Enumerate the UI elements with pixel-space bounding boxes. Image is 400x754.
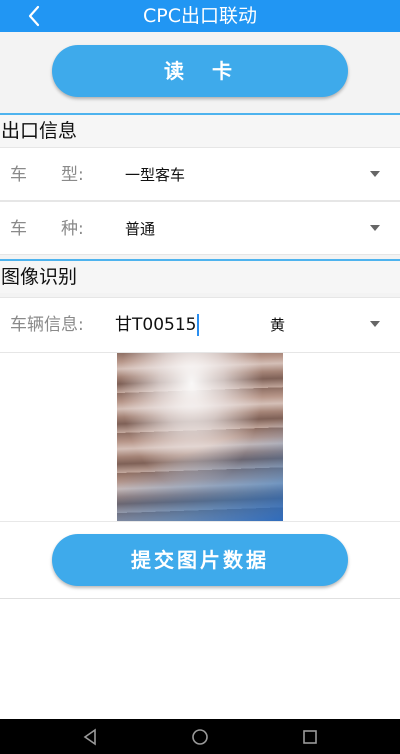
triangle-back-icon[interactable] [80,726,102,748]
plate-color-select[interactable]: 黄 [270,298,285,352]
dropdown-arrow-icon[interactable] [370,225,380,231]
vehicle-info-row: 车辆信息: 甘T00515 黄 [0,297,400,353]
square-recent-icon[interactable] [299,726,321,748]
read-card-button[interactable]: 读 卡 [52,45,348,97]
vehicle-type-value: 一型客车 [125,166,186,184]
system-nav-bar [0,719,400,754]
blank-area [0,599,400,719]
plate-number-text: 甘T00515 [115,315,197,335]
page-title: CPC出口联动 [143,5,257,27]
photo-area [0,353,400,521]
vehicle-kind-label: 车 种: [10,219,84,239]
app-bar: CPC出口联动 [0,0,400,32]
vehicle-kind-value: 普通 [125,220,156,238]
section-title-exit-info: 出口信息 [0,115,400,147]
vehicle-type-label: 车 型: [10,165,84,185]
circle-home-icon[interactable] [189,726,211,748]
captured-vehicle-photo[interactable] [117,353,283,521]
section-title-image-recognition: 图像识别 [0,261,400,293]
vehicle-info-label: 车辆信息: [10,315,84,335]
text-cursor [197,314,200,336]
vehicle-kind-select[interactable]: 车 种: 普通 [0,201,400,255]
dropdown-arrow-icon[interactable] [370,321,380,327]
vehicle-type-select[interactable]: 车 型: 一型客车 [0,147,400,201]
dropdown-arrow-icon[interactable] [370,171,380,177]
submit-image-data-button[interactable]: 提交图片数据 [52,534,348,586]
plate-number-input[interactable]: 甘T00515 [115,298,200,352]
